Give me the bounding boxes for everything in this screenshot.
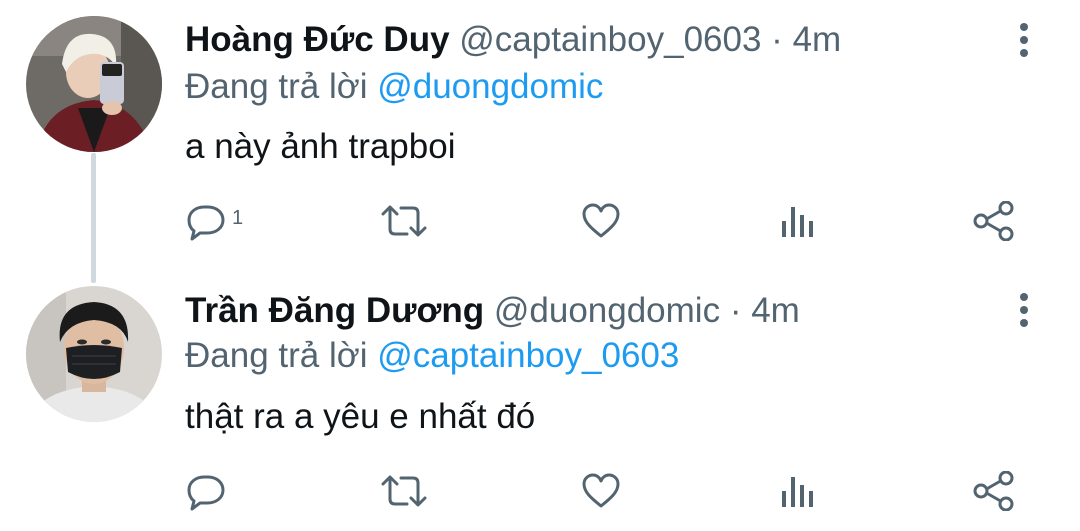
replying-to-link[interactable]: @duongdomic xyxy=(377,67,603,106)
reply-count: 1 xyxy=(232,206,244,229)
views-icon xyxy=(782,207,813,237)
replying-to-label: Đang trả lời xyxy=(185,336,368,375)
tweet-text: a này ảnh trapboi xyxy=(185,127,456,166)
more-vertical-icon xyxy=(1020,23,1028,57)
retweet-button[interactable] xyxy=(380,196,428,246)
display-name[interactable]: Trần Đăng Dương xyxy=(185,291,484,330)
share-button[interactable] xyxy=(972,196,1016,246)
tweet[interactable]: Hoàng Đức Duy @captainboy_0603 · 4m Đang… xyxy=(0,0,1080,268)
user-handle[interactable]: @duongdomic xyxy=(494,291,720,330)
tweet-header: Hoàng Đức Duy @captainboy_0603 · 4m xyxy=(185,18,841,62)
reply-thread: Hoàng Đức Duy @captainboy_0603 · 4m Đang… xyxy=(0,0,1080,531)
heart-icon xyxy=(582,473,620,508)
more-button[interactable] xyxy=(1006,20,1042,60)
share-icon xyxy=(973,471,1014,511)
views-icon xyxy=(782,477,813,507)
replying-to-line: Đang trả lời @captainboy_0603 xyxy=(185,334,679,378)
more-vertical-icon xyxy=(1020,293,1028,327)
separator-dot: · xyxy=(729,291,742,330)
tweet-header: Trần Đăng Dương @duongdomic · 4m xyxy=(185,289,800,333)
reply-icon xyxy=(187,205,225,241)
replying-to-link[interactable]: @captainboy_0603 xyxy=(377,336,679,375)
heart-icon xyxy=(582,203,620,238)
avatar[interactable] xyxy=(26,16,162,152)
display-name[interactable]: Hoàng Đức Duy xyxy=(185,20,450,59)
reply-icon xyxy=(187,475,225,511)
share-button[interactable] xyxy=(972,466,1016,516)
views-button[interactable] xyxy=(777,466,817,516)
reply-button[interactable]: 1 xyxy=(186,196,243,246)
avatar[interactable] xyxy=(26,286,162,422)
replying-to-label: Đang trả lời xyxy=(185,67,368,106)
retweet-icon xyxy=(381,475,427,507)
replying-to-line: Đang trả lời @duongdomic xyxy=(185,65,603,109)
reply-button[interactable] xyxy=(186,466,232,516)
timestamp[interactable]: 4m xyxy=(751,291,800,330)
views-button[interactable] xyxy=(777,196,817,246)
user-handle[interactable]: @captainboy_0603 xyxy=(459,20,761,59)
more-button[interactable] xyxy=(1006,290,1042,330)
retweet-button[interactable] xyxy=(380,466,428,516)
tweet[interactable]: Trần Đăng Dương @duongdomic · 4m Đang tr… xyxy=(0,268,1080,531)
like-button[interactable] xyxy=(581,466,621,516)
tweet-text: thật ra a yêu e nhất đó xyxy=(185,397,536,436)
timestamp[interactable]: 4m xyxy=(793,20,842,59)
separator-dot: · xyxy=(771,20,783,59)
like-button[interactable] xyxy=(581,196,621,246)
share-icon xyxy=(973,201,1014,241)
retweet-icon xyxy=(381,205,427,237)
action-bar xyxy=(0,466,1080,516)
action-bar: 1 xyxy=(0,196,1080,246)
